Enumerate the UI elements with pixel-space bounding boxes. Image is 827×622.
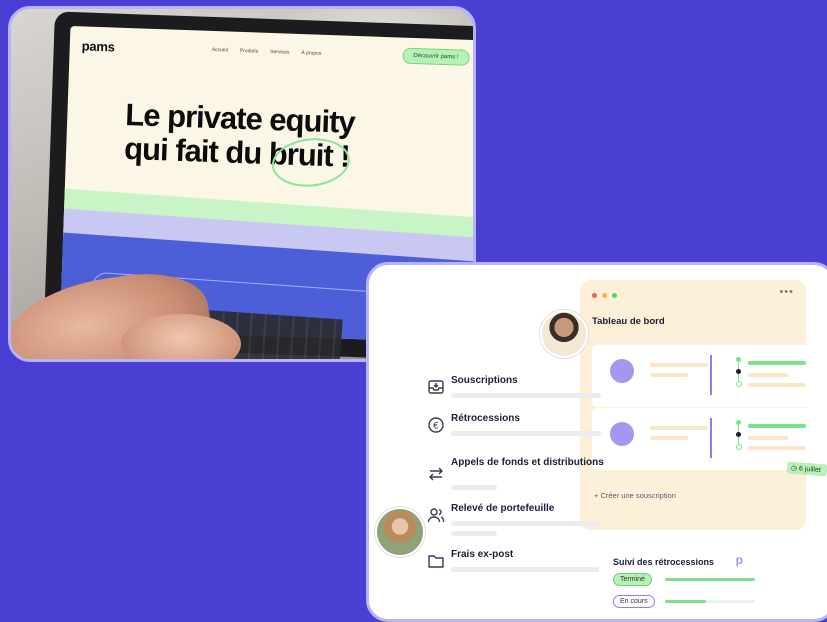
users-icon — [427, 508, 445, 523]
menu-label: Souscriptions — [451, 375, 518, 386]
placeholder-line — [650, 436, 688, 440]
progress-bar-in-progress — [665, 600, 755, 603]
panel-title: Tableau de bord — [592, 316, 665, 327]
timeline-dot — [736, 369, 741, 374]
status-badge-done: Terminé — [613, 573, 652, 586]
placeholder-line — [451, 393, 601, 398]
nav-link-about[interactable]: À propos — [301, 50, 321, 57]
inbox-icon — [428, 380, 444, 394]
nav-link-home[interactable]: Accueil — [212, 47, 228, 54]
retrocessions-tracking-card: Suivi des rétrocessions p Terminé En cou… — [599, 537, 809, 619]
placeholder-line — [650, 426, 708, 430]
dashboard-mockup: ••• Tableau de bord + Créer une souscrip… — [366, 262, 827, 622]
avatar-man — [540, 310, 588, 358]
placeholder-green-line — [748, 424, 806, 428]
pams-logo-mark: p — [735, 553, 743, 567]
placeholder-line — [451, 521, 601, 526]
progress-bar-done — [665, 578, 755, 581]
window-dot-red — [592, 293, 597, 298]
placeholder-line — [748, 373, 788, 377]
menu-item-retrocessions[interactable]: € Rétrocessions — [427, 413, 647, 453]
website-nav-links: Accueil Produits Services À propos — [212, 47, 322, 57]
timeline-dot — [736, 432, 741, 437]
avatar-woman — [375, 507, 425, 557]
euro-icon: € — [428, 417, 444, 433]
swap-arrows-icon — [429, 467, 443, 481]
menu-item-souscriptions[interactable]: Souscriptions — [427, 375, 647, 415]
menu-item-appels-de-fonds[interactable]: Appels de fonds et distributions — [427, 457, 647, 497]
timeline-dot — [736, 420, 741, 425]
divider — [710, 355, 712, 395]
nav-link-services[interactable]: Services — [270, 49, 289, 56]
menu-label: Frais ex-post — [451, 549, 514, 560]
more-icon[interactable]: ••• — [779, 286, 794, 298]
placeholder-line — [451, 431, 601, 436]
timeline-dot — [736, 381, 742, 387]
placeholder-line — [650, 363, 708, 367]
placeholder-line — [748, 436, 788, 440]
window-dot-green — [612, 293, 617, 298]
timeline-dot — [736, 444, 742, 450]
placeholder-line — [748, 383, 806, 387]
progress-fill — [665, 600, 706, 603]
placeholder-line — [748, 446, 806, 450]
placeholder-line — [451, 485, 497, 490]
nav-link-products[interactable]: Produits — [240, 48, 259, 55]
menu-label: Relevé de portefeuille — [451, 503, 555, 514]
retrocessions-tracking-title: Suivi des rétrocessions — [613, 557, 715, 567]
divider — [710, 418, 712, 458]
menu-label: Rétrocessions — [451, 413, 520, 424]
window-dot-yellow — [602, 293, 607, 298]
menu-label: Appels de fonds et distributions — [451, 457, 604, 468]
svg-text:€: € — [433, 422, 439, 432]
folder-icon — [428, 555, 444, 568]
progress-fill — [665, 578, 755, 581]
status-badge-in-progress: En cours — [613, 595, 655, 608]
timeline-dot — [736, 357, 741, 362]
hero-title: Le private equity qui fait du bruit ! — [124, 97, 396, 175]
placeholder-green-line — [748, 361, 806, 365]
website-nav: pams Accueil Produits Services À propos … — [81, 36, 470, 70]
placeholder-line — [451, 531, 497, 536]
discover-pams-button[interactable]: Découvrir pams ! — [402, 47, 470, 66]
website-logo: pams — [81, 38, 115, 55]
placeholder-line — [451, 567, 601, 572]
placeholder-line — [650, 373, 688, 377]
